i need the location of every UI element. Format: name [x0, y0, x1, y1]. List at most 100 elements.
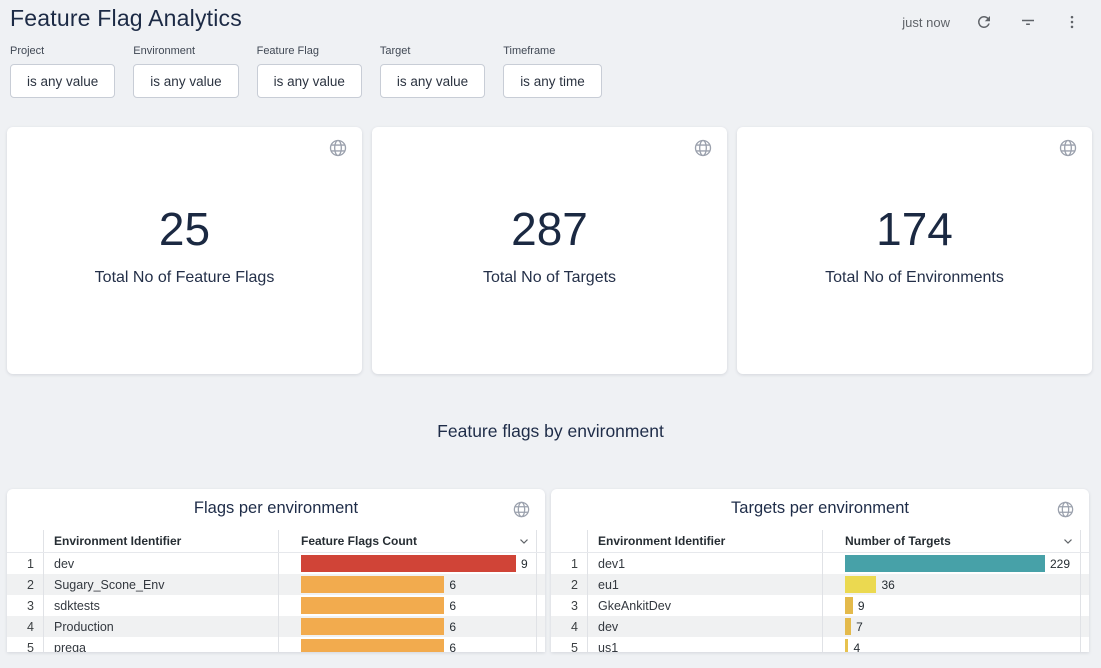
value-bar	[845, 618, 851, 635]
top-actions: just now	[902, 5, 1082, 32]
globe-icon[interactable]	[1058, 138, 1078, 163]
environment-identifier-cell: Sugary_Scone_Env	[43, 574, 278, 595]
row-number: 5	[7, 641, 43, 653]
table-row[interactable]: 4 dev 7	[551, 616, 1089, 637]
kpi-label: Total No of Feature Flags	[95, 269, 275, 287]
column-spacer	[536, 553, 545, 574]
value-label: 7	[856, 620, 863, 634]
value-label: 9	[521, 557, 528, 571]
filter-timeframe-label: Timeframe	[503, 45, 602, 57]
globe-icon[interactable]	[693, 138, 713, 163]
globe-icon[interactable]	[1056, 500, 1075, 524]
table-card-targets-per-environment: Targets per environment Environment Iden…	[551, 489, 1089, 652]
value-label: 6	[449, 599, 456, 613]
top-bar: Feature Flag Analytics just now	[0, 0, 1101, 32]
filter-target: Target is any value	[380, 45, 485, 98]
measure-cell: 4	[822, 637, 1080, 652]
filter-feature-flag-button[interactable]: is any value	[257, 64, 362, 98]
column-spacer	[1080, 637, 1089, 652]
column-spacer	[536, 530, 545, 552]
value-label: 6	[449, 641, 456, 653]
value-bar	[301, 618, 444, 635]
filter-environment-button[interactable]: is any value	[133, 64, 238, 98]
measure-cell: 6	[278, 595, 536, 616]
table-row[interactable]: 1 dev1 229	[551, 553, 1089, 574]
table-header-row: Environment Identifier Number of Targets	[551, 530, 1089, 553]
kpi-tile-feature-flags: 25 Total No of Feature Flags	[7, 127, 362, 374]
measure-cell: 6	[278, 637, 536, 652]
value-bar	[845, 639, 848, 652]
value-bar	[845, 555, 1045, 572]
column-header-environment: Environment Identifier	[587, 530, 822, 552]
column-header-measure: Number of Targets	[822, 530, 1080, 552]
value-bar	[845, 597, 853, 614]
value-label: 9	[858, 599, 865, 613]
chevron-down-icon[interactable]	[1061, 534, 1075, 548]
row-number: 4	[7, 620, 43, 634]
kpi-value: 287	[511, 204, 588, 255]
row-number: 1	[7, 557, 43, 571]
table-body: 1 dev 9 2 Sugary_Scone_Env 6 3 sdktests …	[7, 553, 545, 652]
filter-timeframe-button[interactable]: is any time	[503, 64, 602, 98]
row-number: 2	[7, 578, 43, 592]
row-number: 3	[7, 599, 43, 613]
globe-icon[interactable]	[512, 500, 531, 524]
table-row[interactable]: 2 Sugary_Scone_Env 6	[7, 574, 545, 595]
kpi-content: 287 Total No of Targets	[483, 204, 616, 288]
kpi-content: 174 Total No of Environments	[825, 204, 1004, 288]
table-row[interactable]: 3 sdktests 6	[7, 595, 545, 616]
column-spacer	[536, 616, 545, 637]
column-spacer	[1080, 553, 1089, 574]
filter-project-button[interactable]: is any value	[10, 64, 115, 98]
row-number: 4	[551, 620, 587, 634]
refresh-icon[interactable]	[974, 12, 994, 32]
column-header-measure: Feature Flags Count	[278, 530, 536, 552]
kebab-menu-icon[interactable]	[1062, 12, 1082, 32]
value-bar	[301, 555, 516, 572]
table-row[interactable]: 4 Production 6	[7, 616, 545, 637]
value-bar	[301, 597, 444, 614]
row-number: 2	[551, 578, 587, 592]
table-row[interactable]: 5 us1 4	[551, 637, 1089, 652]
measure-cell: 7	[822, 616, 1080, 637]
measure-cell: 9	[822, 595, 1080, 616]
column-spacer	[1080, 574, 1089, 595]
filter-environment: Environment is any value	[133, 45, 238, 98]
last-updated-label: just now	[902, 15, 950, 30]
table-row[interactable]: 1 dev 9	[7, 553, 545, 574]
environment-identifier-cell: us1	[587, 637, 822, 652]
measure-cell: 229	[822, 553, 1080, 574]
column-header-environment: Environment Identifier	[43, 530, 278, 552]
value-label: 6	[449, 620, 456, 634]
column-spacer	[1080, 530, 1089, 552]
filter-project-label: Project	[10, 45, 115, 57]
table-body: 1 dev1 229 2 eu1 36 3 GkeAnkitDev 9 4 de…	[551, 553, 1089, 652]
value-bar	[301, 639, 444, 652]
filter-project: Project is any value	[10, 45, 115, 98]
tables-row: Flags per environment Environment Identi…	[0, 442, 1101, 652]
section-heading: Feature flags by environment	[0, 421, 1101, 442]
row-number: 1	[551, 557, 587, 571]
column-spacer	[1080, 616, 1089, 637]
table-row[interactable]: 3 GkeAnkitDev 9	[551, 595, 1089, 616]
kpi-label: Total No of Environments	[825, 269, 1004, 287]
table-row[interactable]: 5 prega 6	[7, 637, 545, 652]
environment-identifier-cell: eu1	[587, 574, 822, 595]
kpi-value: 174	[876, 204, 953, 255]
column-spacer	[536, 574, 545, 595]
kpi-tile-environments: 174 Total No of Environments	[737, 127, 1092, 374]
environment-identifier-cell: dev	[587, 616, 822, 637]
value-label: 36	[881, 578, 894, 592]
environment-identifier-cell: dev1	[587, 553, 822, 574]
filter-feature-flag: Feature Flag is any value	[257, 45, 362, 98]
table-header-row: Environment Identifier Feature Flags Cou…	[7, 530, 545, 553]
table-row[interactable]: 2 eu1 36	[551, 574, 1089, 595]
chevron-down-icon[interactable]	[517, 534, 531, 548]
kpi-content: 25 Total No of Feature Flags	[95, 204, 275, 288]
filter-target-button[interactable]: is any value	[380, 64, 485, 98]
globe-icon[interactable]	[328, 138, 348, 163]
value-label: 6	[449, 578, 456, 592]
column-spacer	[536, 595, 545, 616]
filter-icon[interactable]	[1018, 12, 1038, 32]
column-spacer	[536, 637, 545, 652]
